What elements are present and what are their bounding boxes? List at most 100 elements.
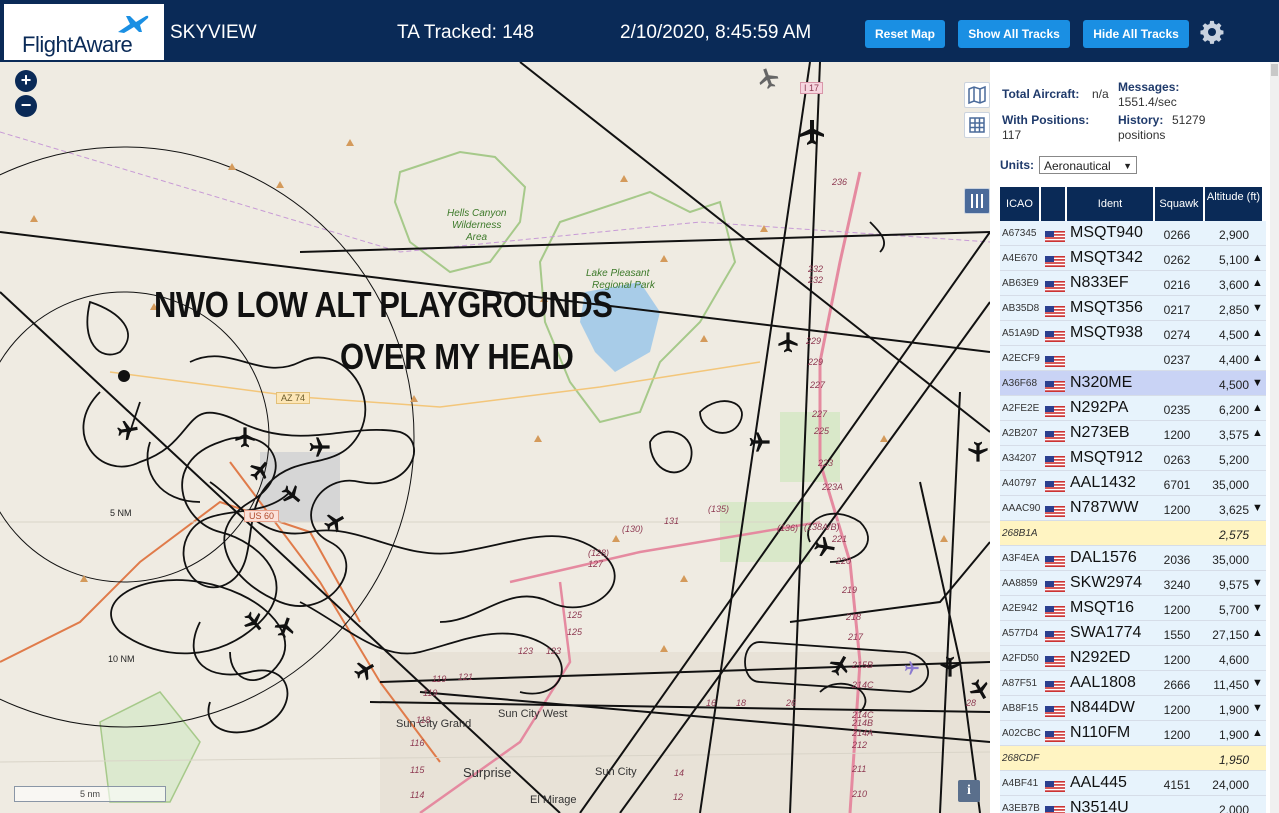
altitude-cell: 5,200 — [1218, 453, 1249, 467]
altitude-cell: 4,500 — [1218, 378, 1249, 392]
aircraft-icon[interactable] — [246, 456, 274, 484]
altitude-trend-icon: ▲ — [1252, 727, 1263, 739]
altitude-cell: 9,575 — [1218, 578, 1249, 592]
aircraft-icon[interactable] — [800, 120, 824, 145]
table-row[interactable]: A40797 AAL1432 6701 35,000 — [1000, 471, 1266, 496]
table-row[interactable]: AAAC90 N787WW 1200 3,625 ▼ — [1000, 496, 1266, 521]
table-row[interactable]: A4BF41 AAL445 4151 24,000 — [1000, 771, 1266, 796]
table-row[interactable]: AB63E9 N833EF 0216 3,600 ▲ — [1000, 271, 1266, 296]
table-row[interactable]: A2FD50 N292ED 1200 4,600 — [1000, 646, 1266, 671]
columns-toggle-icon[interactable] — [964, 188, 990, 214]
aircraft-icon[interactable] — [968, 441, 988, 462]
table-row[interactable]: AA8859 SKW2974 3240 9,575 ▼ — [1000, 571, 1266, 596]
table-row[interactable]: A34207 MSQT912 0263 5,200 — [1000, 446, 1266, 471]
units-label: Units: — [1000, 158, 1034, 172]
ident-cell: AAL1432 — [1070, 474, 1136, 491]
table-row[interactable]: A67345 MSQT940 0266 2,900 — [1000, 221, 1266, 246]
gear-icon[interactable] — [1200, 20, 1224, 44]
altitude-cell: 1,900 — [1218, 728, 1249, 742]
squawk-cell: 0262 — [1163, 253, 1191, 267]
aircraft-icon[interactable] — [309, 437, 330, 457]
exit-label: 215B — [852, 660, 874, 670]
table-row[interactable]: A2FE2E N292PA 0235 6,200 ▲ — [1000, 396, 1266, 421]
exit-label: 227 — [812, 409, 828, 419]
info-button[interactable]: i — [958, 780, 980, 802]
column-header-ident[interactable]: Ident — [1067, 187, 1155, 221]
zoom-in-button[interactable]: + — [15, 70, 37, 92]
table-row[interactable]: A51A9D MSQT938 0274 4,500 ▲ — [1000, 321, 1266, 346]
icao-cell: A4BF41 — [1002, 778, 1039, 789]
altitude-cell: 2,000 — [1218, 803, 1249, 813]
table-row[interactable]: A2B207 N273EB 1200 3,575 ▲ — [1000, 421, 1266, 446]
aircraft-icon[interactable] — [940, 656, 960, 677]
exit-label: 116 — [410, 738, 425, 748]
map-view[interactable]: Hells Canyon Wilderness Area Lake Pleasa… — [0, 62, 990, 813]
zoom-out-button[interactable]: − — [15, 95, 37, 117]
table-row[interactable]: AB35D8 MSQT356 0217 2,850 ▼ — [1000, 296, 1266, 321]
scrollbar-thumb[interactable] — [1271, 64, 1278, 76]
aircraft-icon[interactable] — [240, 608, 268, 636]
show-all-tracks-button[interactable]: Show All Tracks — [958, 20, 1070, 48]
table-row[interactable]: A02CBC N110FM 1200 1,900 ▲ — [1000, 721, 1266, 746]
aircraft-icon[interactable] — [351, 657, 378, 684]
units-select-value: Aeronautical — [1044, 159, 1111, 173]
table-row[interactable]: A2E942 MSQT16 1200 5,700 ▼ — [1000, 596, 1266, 621]
icao-cell: A577D4 — [1002, 628, 1039, 639]
exit-label: 214B — [852, 718, 874, 728]
column-header-icao[interactable]: ICAO — [1000, 187, 1041, 221]
column-header-altitude[interactable]: Altitude (ft) — [1205, 187, 1264, 221]
ident-cell: MSQT342 — [1070, 249, 1143, 266]
column-header-squawk[interactable]: Squawk — [1155, 187, 1205, 221]
aircraft-icon[interactable] — [778, 332, 798, 353]
scrollbar[interactable] — [1270, 62, 1279, 813]
squawk-cell: 0263 — [1163, 453, 1191, 467]
exit-label: (138A/B) — [804, 522, 840, 532]
airport-icon — [904, 661, 919, 675]
table-row[interactable]: A36F68 N320ME 4,500 ▼ — [1000, 371, 1266, 396]
us-flag-icon — [1045, 729, 1065, 742]
city-label-sun-city-grand: Sun City Grand — [396, 718, 472, 730]
table-row[interactable]: A577D4 SWA1774 1550 27,150 ▲ — [1000, 621, 1266, 646]
reset-map-button[interactable]: Reset Map — [865, 20, 945, 48]
table-row[interactable]: A2ECF9 0237 4,400 ▲ — [1000, 346, 1266, 371]
hide-all-tracks-button[interactable]: Hide All Tracks — [1083, 20, 1189, 48]
i17-shield: I 17 — [800, 82, 824, 94]
altitude-cell: 6,200 — [1218, 403, 1249, 417]
exit-label: 217 — [848, 632, 864, 642]
altitude-cell: 4,600 — [1218, 653, 1249, 667]
map-layers-icon[interactable] — [964, 82, 990, 108]
table-row[interactable]: 268B1A 2,575 — [1000, 521, 1266, 546]
table-row[interactable]: 268CDF 1,950 — [1000, 746, 1266, 771]
with-positions-value: 117 — [1002, 128, 1022, 142]
exit-label: (135) — [708, 504, 730, 514]
aircraft-icon[interactable] — [749, 432, 770, 452]
aircraft-icon[interactable] — [756, 66, 781, 91]
aircraft-icon[interactable] — [278, 481, 306, 509]
units-select[interactable]: Aeronautical ▼ — [1039, 156, 1137, 174]
table-row[interactable]: A87F51 AAL1808 2666 11,450 ▼ — [1000, 671, 1266, 696]
exit-label: 223A — [822, 482, 844, 492]
altitude-trend-icon: ▲ — [1252, 252, 1263, 264]
aircraft-icon[interactable] — [116, 419, 139, 441]
column-header-flag[interactable] — [1041, 187, 1067, 221]
grid-icon[interactable] — [964, 112, 990, 138]
us-flag-icon — [1045, 379, 1065, 392]
us-flag-icon — [1045, 679, 1065, 692]
az74-shield: AZ 74 — [276, 392, 311, 404]
table-row[interactable]: AB8F15 N844DW 1200 1,900 ▼ — [1000, 696, 1266, 721]
table-row[interactable]: A4E670 MSQT342 0262 5,100 ▲ — [1000, 246, 1266, 271]
exit-label: 219 — [842, 585, 858, 595]
ident-cell: MSQT940 — [1070, 224, 1143, 241]
aircraft-icon[interactable] — [826, 652, 853, 679]
aircraft-icon[interactable] — [272, 615, 297, 640]
ident-cell: AAL1808 — [1070, 674, 1136, 691]
altitude-cell: 2,900 — [1218, 228, 1249, 242]
flightaware-logo[interactable]: FlightAware — [4, 4, 164, 60]
history-value: 51279 — [1172, 113, 1206, 127]
table-row[interactable]: A3EB7B N3514U 2,000 — [1000, 796, 1266, 813]
exit-label: 123 — [546, 646, 562, 656]
table-row[interactable]: A3F4EA DAL1576 2036 35,000 — [1000, 546, 1266, 571]
icao-cell: A02CBC — [1002, 728, 1041, 739]
aircraft-icon[interactable] — [235, 427, 255, 448]
aircraft-icon[interactable] — [321, 509, 348, 536]
